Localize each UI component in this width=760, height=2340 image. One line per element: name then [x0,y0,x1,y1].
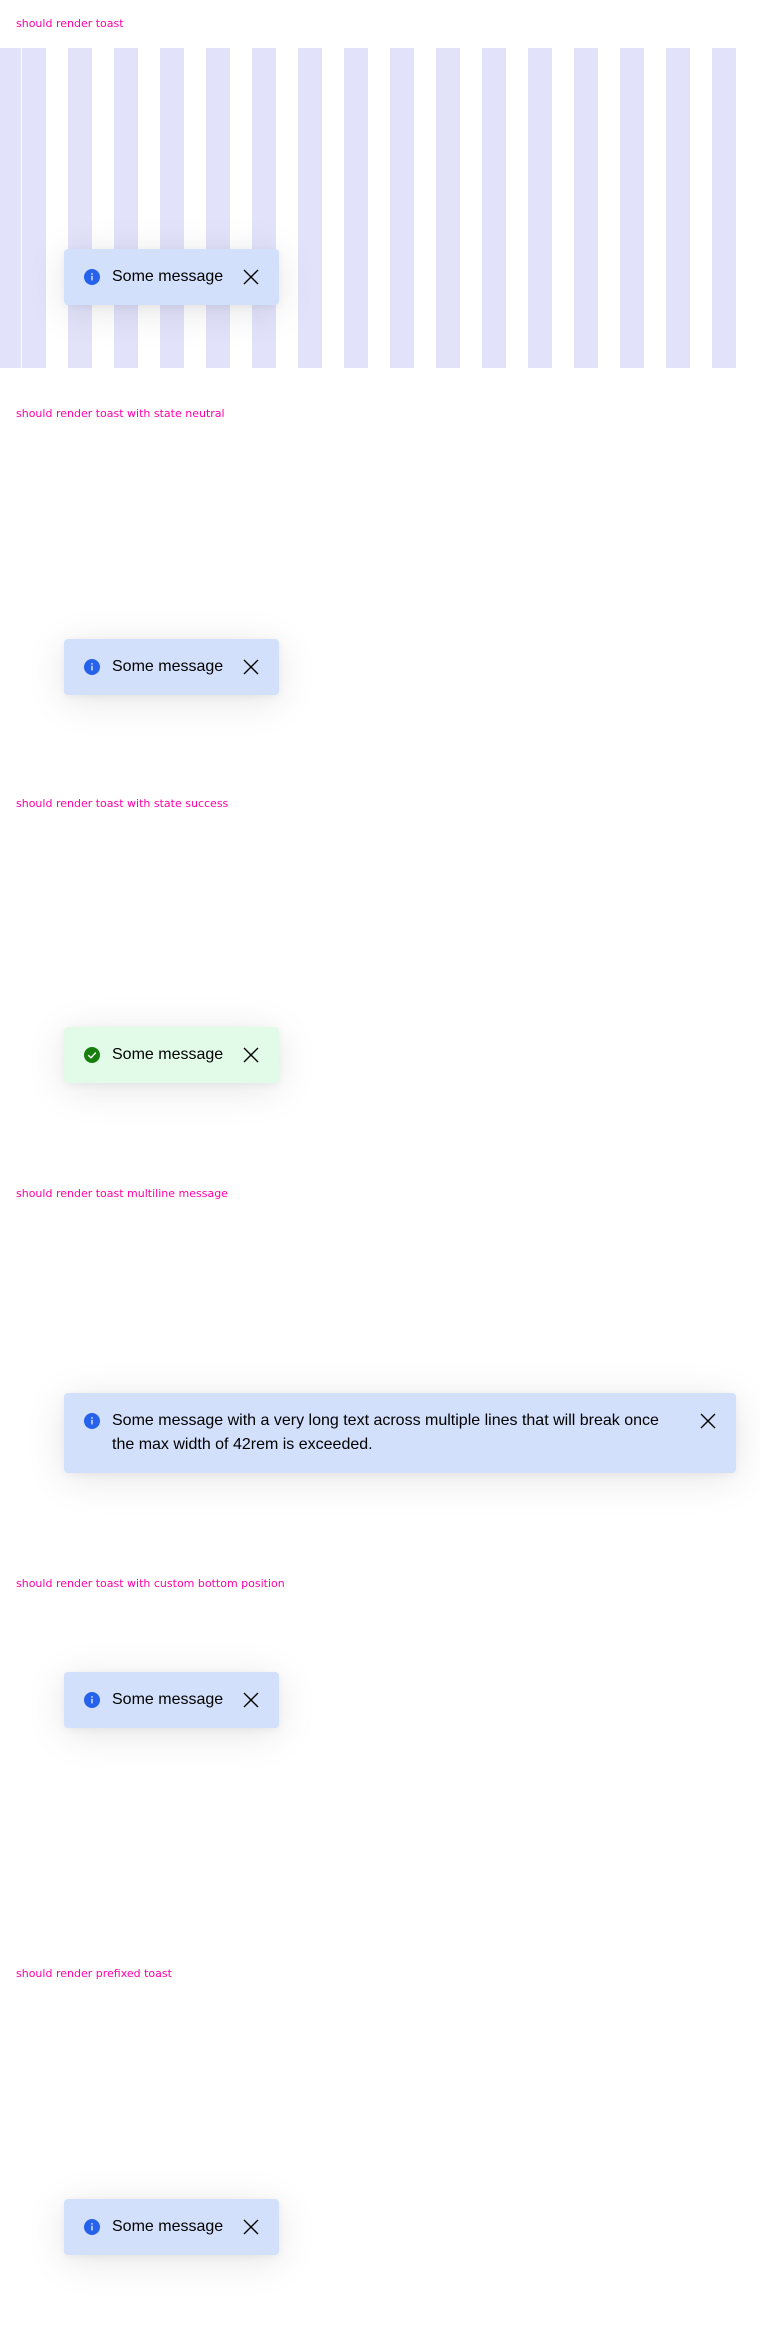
stripe [574,48,598,368]
stripe [390,48,414,368]
close-icon [243,269,259,285]
test-label: should render toast with custom bottom p… [16,1577,285,1590]
stripe [114,48,138,368]
toast-message: Some message [112,268,224,285]
stripe [298,48,322,368]
stripe [712,48,736,368]
test-label: should render toast [16,17,124,30]
toast: Some message [64,2199,280,2255]
info-icon [84,1692,100,1708]
stripe [68,48,92,368]
striped-background [0,48,740,368]
close-icon [243,1047,259,1063]
toast: Some message with a very long text acros… [64,1393,736,1473]
test-label: should render toast multiline message [16,1187,228,1200]
test-section-state-neutral: should render toast with state neutral S… [0,390,760,780]
info-icon [84,269,100,285]
info-icon [84,2219,100,2235]
info-icon [84,1413,100,1429]
toast: Some message [64,1027,280,1083]
test-label: should render toast with state success [16,797,229,810]
stripe [22,48,46,368]
close-button[interactable] [239,1688,263,1712]
toast: Some message [64,249,280,305]
close-button[interactable] [239,2215,263,2239]
test-section-state-success: should render toast with state success S… [0,780,760,1170]
stripe [482,48,506,368]
close-button[interactable] [239,655,263,679]
stripe [0,48,21,368]
success-icon [84,1047,100,1063]
stripe [528,48,552,368]
close-icon [700,1413,716,1429]
stripe [160,48,184,368]
stripe [206,48,230,368]
close-button[interactable] [239,1043,263,1067]
toast-message: Some message [112,658,224,675]
test-section-custom-bottom: should render toast with custom bottom p… [0,1560,760,1950]
close-icon [243,659,259,675]
stripe [436,48,460,368]
close-icon [243,2219,259,2235]
info-icon [84,659,100,675]
test-label: should render toast with state neutral [16,407,225,420]
toast: Some message [64,639,280,695]
toast-message: Some message [112,1691,224,1708]
test-section-prefixed: should render prefixed toast Some messag… [0,1950,760,2340]
close-icon [243,1692,259,1708]
toast-message: Some message [112,1046,224,1063]
stripe [344,48,368,368]
test-label: should render prefixed toast [16,1967,172,1980]
close-button[interactable] [239,265,263,289]
test-section-multiline: should render toast multiline message So… [0,1170,760,1560]
toast-message: Some message [112,2218,224,2235]
toast-message: Some message with a very long text acros… [112,1412,659,1453]
test-section-render-toast: should render toast Some message [0,0,760,390]
close-button[interactable] [696,1409,720,1433]
stripe [666,48,690,368]
stripe [620,48,644,368]
toast: Some message [64,1672,280,1728]
stripe [252,48,276,368]
